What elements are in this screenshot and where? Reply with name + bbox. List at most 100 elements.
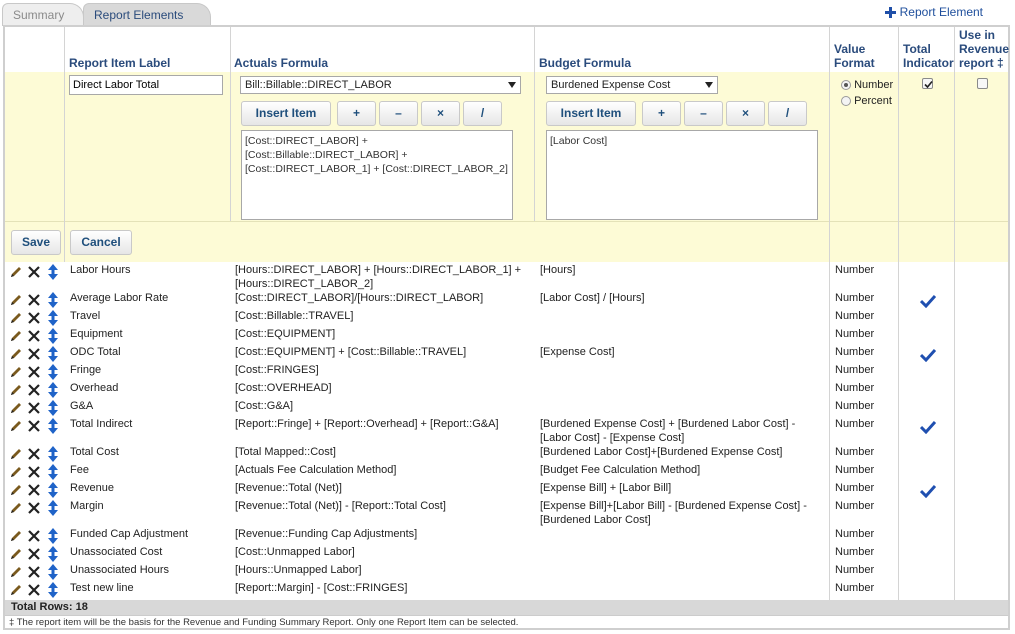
delete-x-icon[interactable]: [27, 265, 41, 279]
reorder-arrows-icon[interactable]: [48, 310, 62, 326]
delete-x-icon[interactable]: [27, 419, 41, 433]
checkmark-icon: [924, 80, 933, 89]
use-in-revenue-checkbox[interactable]: [977, 78, 988, 89]
total-indicator-checkbox[interactable]: [922, 78, 933, 89]
pencil-icon[interactable]: [9, 447, 23, 461]
budget-plus-button[interactable]: +: [642, 101, 681, 126]
actuals-formula-textarea[interactable]: [Cost::DIRECT_LABOR] + [Cost::Billable::…: [241, 130, 513, 220]
reorder-arrows-icon[interactable]: [48, 446, 62, 462]
delete-x-icon[interactable]: [27, 365, 41, 379]
delete-x-icon[interactable]: [27, 329, 41, 343]
delete-x-icon[interactable]: [27, 311, 41, 325]
reorder-arrows-icon[interactable]: [48, 264, 62, 280]
pencil-icon[interactable]: [9, 483, 23, 497]
format-number-option[interactable]: Number: [841, 77, 893, 93]
row-actuals-formula: [Cost::OVERHEAD]: [235, 382, 332, 394]
actuals-plus-button[interactable]: +: [337, 101, 376, 126]
col-separator: [898, 27, 899, 600]
row-actuals-formula: [Report::Fringe] + [Report::Overhead] + …: [235, 418, 499, 430]
reorder-arrows-icon[interactable]: [48, 528, 62, 544]
row-value-format: Number: [835, 564, 875, 576]
delete-x-icon[interactable]: [27, 447, 41, 461]
pencil-icon[interactable]: [9, 329, 23, 343]
pencil-icon[interactable]: [9, 311, 23, 325]
reorder-arrows-icon[interactable]: [48, 418, 62, 434]
add-report-element-link[interactable]: Report Element: [884, 5, 983, 19]
row-label: Total Cost: [70, 446, 119, 458]
budget-minus-button[interactable]: –: [684, 101, 723, 126]
checkmark-icon: [919, 348, 937, 363]
reorder-arrows-icon[interactable]: [48, 400, 62, 416]
actuals-item-select[interactable]: Bill::Billable::DIRECT_LABOR: [240, 76, 521, 94]
budget-item-select[interactable]: Burdened Expense Cost: [546, 76, 718, 94]
pencil-icon[interactable]: [9, 347, 23, 361]
reorder-arrows-icon[interactable]: [48, 500, 62, 516]
col-separator: [829, 27, 830, 600]
checkmark-icon: [919, 484, 937, 499]
delete-x-icon[interactable]: [27, 583, 41, 597]
pencil-icon[interactable]: [9, 583, 23, 597]
format-percent-option[interactable]: Percent: [841, 93, 893, 109]
header-report-item-label: Report Item Label: [69, 56, 171, 70]
actuals-divide-button[interactable]: /: [463, 101, 502, 126]
row-actuals-formula: [Hours::DIRECT_LABOR] + [Hours::DIRECT_L…: [235, 264, 522, 290]
pencil-icon[interactable]: [9, 265, 23, 279]
pencil-icon[interactable]: [9, 419, 23, 433]
pencil-icon[interactable]: [9, 365, 23, 379]
label-input[interactable]: [69, 75, 223, 95]
reorder-arrows-icon[interactable]: [48, 346, 62, 362]
delete-x-icon[interactable]: [27, 293, 41, 307]
pencil-icon[interactable]: [9, 529, 23, 543]
pencil-icon[interactable]: [9, 383, 23, 397]
row-value-format: Number: [835, 346, 875, 358]
pencil-icon[interactable]: [9, 565, 23, 579]
value-format-radio-group: Number Percent: [841, 77, 893, 109]
delete-x-icon[interactable]: [27, 401, 41, 415]
reorder-arrows-icon[interactable]: [48, 464, 62, 480]
delete-x-icon[interactable]: [27, 565, 41, 579]
row-budget-formula: [Burdened Expense Cost] + [Burdened Labo…: [540, 418, 796, 444]
delete-x-icon[interactable]: [27, 383, 41, 397]
tab-report-elements[interactable]: Report Elements: [83, 3, 211, 26]
row-actuals-formula: [Cost::EQUIPMENT] + [Cost::Billable::TRA…: [235, 346, 467, 358]
actuals-insert-item-button[interactable]: Insert Item: [241, 101, 331, 126]
actuals-minus-button[interactable]: –: [379, 101, 418, 126]
cancel-button[interactable]: Cancel: [70, 230, 132, 255]
radio-number[interactable]: [841, 80, 851, 91]
row-value-format: Number: [835, 292, 875, 304]
pencil-icon[interactable]: [9, 293, 23, 307]
reorder-arrows-icon[interactable]: [48, 582, 62, 598]
delete-x-icon[interactable]: [27, 529, 41, 543]
row-actuals-formula: [Cost::FRINGES]: [235, 364, 319, 376]
budget-formula-textarea[interactable]: [Labor Cost]: [546, 130, 818, 220]
delete-x-icon[interactable]: [27, 465, 41, 479]
delete-x-icon[interactable]: [27, 501, 41, 515]
row-value-format: Number: [835, 264, 875, 276]
save-button[interactable]: Save: [11, 230, 61, 255]
reorder-arrows-icon[interactable]: [48, 328, 62, 344]
reorder-arrows-icon[interactable]: [48, 292, 62, 308]
reorder-arrows-icon[interactable]: [48, 382, 62, 398]
budget-divide-button[interactable]: /: [768, 101, 807, 126]
row-label: Equipment: [70, 328, 123, 340]
delete-x-icon[interactable]: [27, 347, 41, 361]
actuals-multiply-button[interactable]: ×: [421, 101, 460, 126]
reorder-arrows-icon[interactable]: [48, 364, 62, 380]
reorder-arrows-icon[interactable]: [48, 482, 62, 498]
revenue-footnote: ‡ The report item will be the basis for …: [5, 615, 1008, 629]
pencil-icon[interactable]: [9, 501, 23, 515]
budget-multiply-button[interactable]: ×: [726, 101, 765, 126]
reorder-arrows-icon[interactable]: [48, 546, 62, 562]
delete-x-icon[interactable]: [27, 483, 41, 497]
chevron-down-icon: [705, 82, 713, 88]
row-label: Unassociated Hours: [70, 564, 170, 576]
delete-x-icon[interactable]: [27, 547, 41, 561]
pencil-icon[interactable]: [9, 401, 23, 415]
budget-item-select-value: Burdened Expense Cost: [551, 79, 671, 91]
pencil-icon[interactable]: [9, 547, 23, 561]
budget-insert-item-button[interactable]: Insert Item: [546, 101, 636, 126]
radio-percent[interactable]: [841, 96, 851, 107]
reorder-arrows-icon[interactable]: [48, 564, 62, 580]
pencil-icon[interactable]: [9, 465, 23, 479]
tab-summary[interactable]: Summary: [2, 3, 84, 26]
